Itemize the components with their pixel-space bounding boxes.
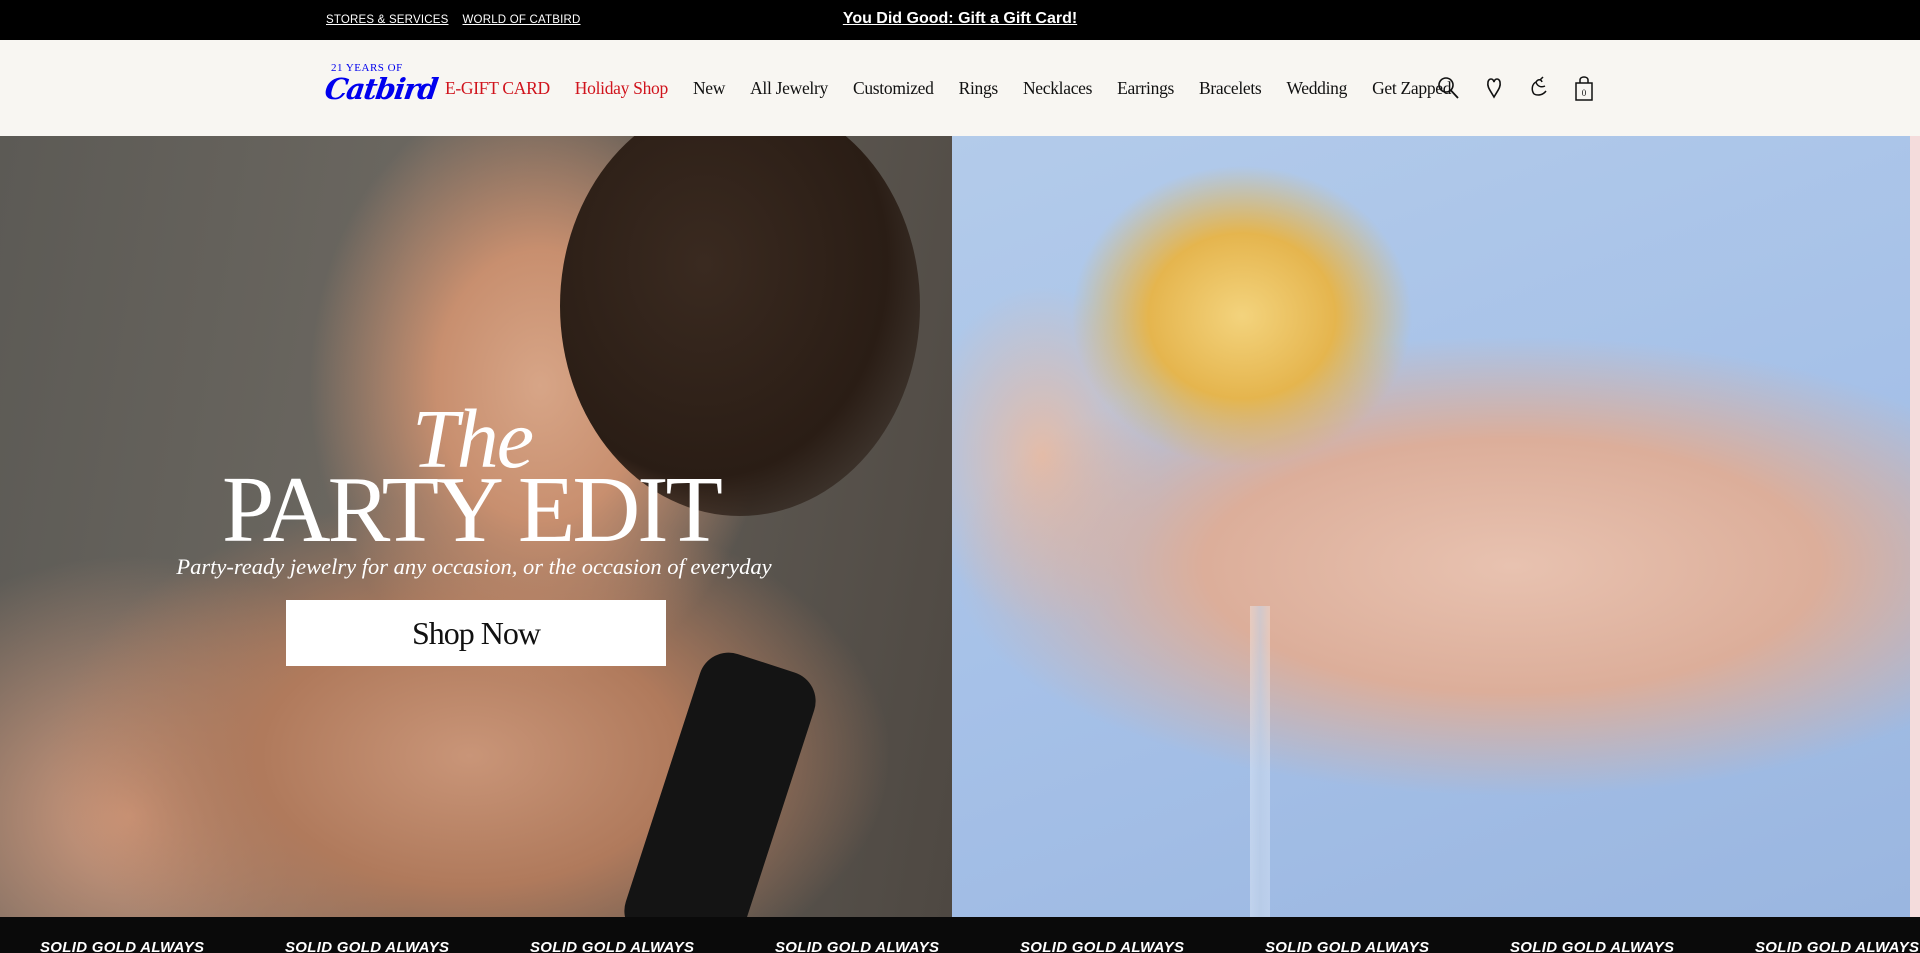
announcement-bar: STORES & SERVICES WORLD OF CATBIRD You D… xyxy=(0,0,1920,40)
logo-wordmark: Catbird xyxy=(322,72,440,106)
nav-customized[interactable]: Customized xyxy=(853,78,934,99)
heart-icon[interactable] xyxy=(1481,74,1507,102)
nav-egift-card[interactable]: E-GIFT CARD xyxy=(445,78,550,99)
catbird-logo[interactable]: 21 YEARS OF Catbird xyxy=(323,62,439,116)
champagne-glass-stem xyxy=(1250,606,1270,917)
nav-earrings[interactable]: Earrings xyxy=(1117,78,1174,99)
hero-copy: The PARTY EDIT Party-ready jewelry for a… xyxy=(0,136,952,917)
shop-now-button[interactable]: Shop Now xyxy=(286,600,666,666)
marquee-ticker: SOLID GOLD ALWAYS SOLID GOLD ALWAYS SOLID … xyxy=(0,917,1920,953)
ticker-item: SOLID GOLD ALWAYS xyxy=(1755,939,1920,953)
main-navigation: E-GIFT CARD Holiday Shop New All Jewelry… xyxy=(445,78,1476,99)
shopping-bag-icon[interactable]: 0 xyxy=(1571,74,1597,102)
ticker-item: SOLID GOLD ALWAYS xyxy=(775,939,940,953)
nav-holiday-shop[interactable]: Holiday Shop xyxy=(575,78,668,99)
catbird-account-icon[interactable] xyxy=(1526,74,1552,102)
nav-rings[interactable]: Rings xyxy=(959,78,999,99)
hero-banner: The PARTY EDIT Party-ready jewelry for a… xyxy=(0,136,1920,917)
ticker-item: SOLID GOLD ALWAYS xyxy=(285,939,450,953)
hero-hands-champagne-image xyxy=(952,136,1910,917)
gift-card-promo-link[interactable]: You Did Good: Gift a Gift Card! xyxy=(843,10,1077,27)
nav-bracelets[interactable]: Bracelets xyxy=(1199,78,1262,99)
site-header: 21 YEARS OF Catbird E-GIFT CARD Holiday … xyxy=(0,40,1920,136)
ticker-item: SOLID GOLD ALWAYS xyxy=(40,939,205,953)
promo-message: You Did Good: Gift a Gift Card! xyxy=(0,10,1920,28)
nav-necklaces[interactable]: Necklaces xyxy=(1023,78,1093,99)
ticker-item: SOLID GOLD ALWAYS xyxy=(1510,939,1675,953)
cart-count: 0 xyxy=(1582,88,1587,98)
ticker-item: SOLID GOLD ALWAYS xyxy=(530,939,695,953)
hero-title: PARTY EDIT xyxy=(222,458,723,562)
nav-all-jewelry[interactable]: All Jewelry xyxy=(750,78,828,99)
nav-wedding[interactable]: Wedding xyxy=(1286,78,1347,99)
hero-edge-strip xyxy=(1910,136,1920,917)
nav-new[interactable]: New xyxy=(693,78,725,99)
header-icons: 0 xyxy=(1436,74,1616,102)
hero-subtitle: Party-ready jewelry for any occasion, or… xyxy=(176,554,772,579)
ticker-item: SOLID GOLD ALWAYS xyxy=(1265,939,1430,953)
search-icon[interactable] xyxy=(1436,74,1462,102)
ticker-item: SOLID GOLD ALWAYS xyxy=(1020,939,1185,953)
